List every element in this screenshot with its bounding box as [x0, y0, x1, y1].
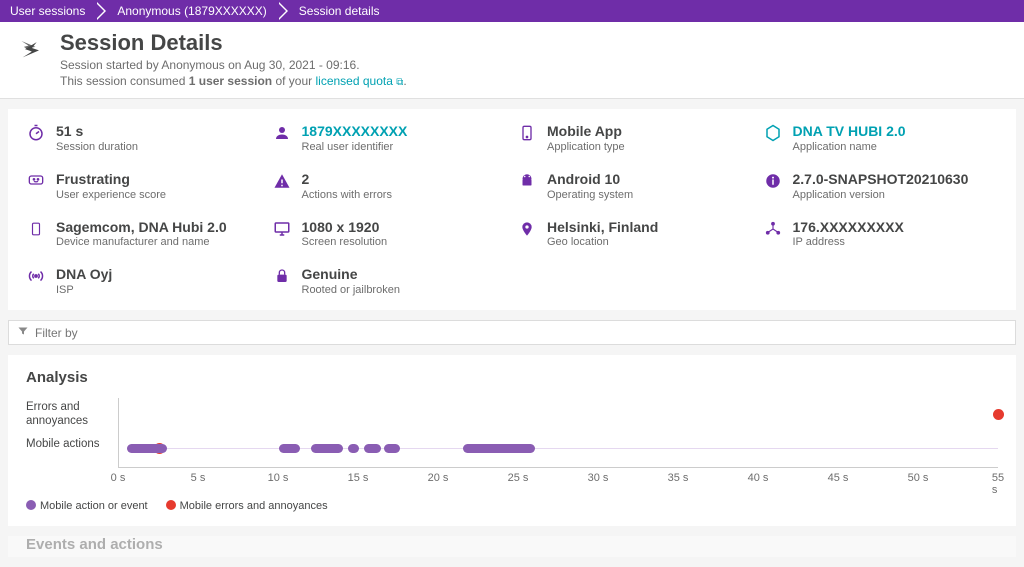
timeline-tick: 55 s: [992, 472, 1004, 496]
lane-label-errors: Errors and annoyances: [26, 398, 118, 432]
stat-geo: Helsinki, FinlandGeo location: [517, 219, 753, 249]
timeline-chart: Errors and annoyances Mobile actions: [26, 398, 998, 468]
filter-icon: [17, 325, 29, 340]
licensed-quota-link[interactable]: licensed quota ⧉: [315, 74, 403, 88]
legend-item-purple: Mobile action or event: [26, 500, 148, 512]
timeline-legend: Mobile action or event Mobile errors and…: [26, 500, 998, 512]
device-icon: [26, 219, 46, 238]
timeline-tick: 50 s: [908, 472, 929, 484]
network-icon: [763, 219, 783, 238]
stat-user-identifier[interactable]: 1879XXXXXXXXReal user identifier: [272, 123, 508, 153]
legend-item-red: Mobile errors and annoyances: [166, 500, 328, 512]
stopwatch-icon: [26, 123, 46, 142]
timeline-tick: 0 s: [111, 472, 126, 484]
monitor-icon: [272, 219, 292, 238]
stat-ip: 176.XXXXXXXXXIP address: [763, 219, 999, 249]
info-icon: [763, 171, 783, 190]
timeline-action-segment[interactable]: [463, 444, 535, 453]
timeline-action-segment[interactable]: [311, 444, 343, 453]
analysis-panel: Analysis Errors and annoyances Mobile ac…: [8, 355, 1016, 526]
timeline-axis: 0 s5 s10 s15 s20 s25 s30 s35 s40 s45 s50…: [118, 468, 998, 486]
smiley-icon: [26, 171, 46, 188]
stat-app-type: Mobile AppApplication type: [517, 123, 753, 153]
stat-app-name[interactable]: DNA TV HUBI 2.0Application name: [763, 123, 999, 153]
timeline-tick: 45 s: [828, 472, 849, 484]
page-header: Session Details Session started by Anony…: [0, 22, 1024, 99]
stat-resolution: 1080 x 1920Screen resolution: [272, 219, 508, 249]
timeline-action-segment[interactable]: [348, 444, 359, 453]
timeline-error-point[interactable]: [993, 409, 1004, 420]
page-title: Session Details: [60, 30, 407, 56]
timeline-tick: 10 s: [268, 472, 289, 484]
stat-errors: 2Actions with errors: [272, 171, 508, 201]
stat-version: 2.7.0-SNAPSHOT20210630Application versio…: [763, 171, 999, 201]
timeline-action-segment[interactable]: [127, 444, 167, 453]
filter-bar[interactable]: [8, 320, 1016, 345]
pin-icon: [517, 219, 537, 238]
analysis-title: Analysis: [26, 369, 998, 386]
timeline-tick: 40 s: [748, 472, 769, 484]
breadcrumb: User sessions Anonymous (1879XXXXXX) Ses…: [0, 0, 1024, 22]
breadcrumb-item-anonymous[interactable]: Anonymous (1879XXXXXX): [99, 0, 280, 22]
lock-icon: [272, 266, 292, 285]
timeline-tick: 25 s: [508, 472, 529, 484]
breadcrumb-item-user-sessions[interactable]: User sessions: [0, 0, 99, 22]
hexagon-icon: [763, 123, 783, 142]
timeline-action-segment[interactable]: [279, 444, 300, 453]
stat-device: Sagemcom, DNA Hubi 2.0Device manufacture…: [26, 219, 262, 249]
timeline-tick: 20 s: [428, 472, 449, 484]
timeline-tick: 30 s: [588, 472, 609, 484]
timeline-action-segment[interactable]: [364, 444, 382, 453]
stat-os: Android 10Operating system: [517, 171, 753, 201]
events-actions-section-title: Events and actions: [8, 536, 1016, 557]
mobile-icon: [517, 123, 537, 142]
timeline-tick: 5 s: [191, 472, 206, 484]
breadcrumb-item-session-details[interactable]: Session details: [281, 0, 394, 22]
android-icon: [517, 171, 537, 190]
warning-icon: [272, 171, 292, 190]
filter-input[interactable]: [35, 326, 1007, 340]
stat-root: GenuineRooted or jailbroken: [272, 266, 508, 296]
stat-duration: 51 sSession duration: [26, 123, 262, 153]
session-icon: [18, 30, 48, 88]
stat-ux-score: FrustratingUser experience score: [26, 171, 262, 201]
user-icon: [272, 123, 292, 142]
page-subtitle-started: Session started by Anonymous on Aug 30, …: [60, 58, 407, 72]
timeline-tick: 15 s: [348, 472, 369, 484]
page-subtitle-quota: This session consumed 1 user session of …: [60, 74, 407, 88]
stat-isp: DNA OyjISP: [26, 266, 262, 296]
stats-panel: 51 sSession duration 1879XXXXXXXXReal us…: [8, 109, 1016, 310]
antenna-icon: [26, 266, 46, 285]
lane-label-actions: Mobile actions: [26, 432, 118, 458]
timeline-action-segment[interactable]: [384, 444, 400, 453]
timeline-tick: 35 s: [668, 472, 689, 484]
